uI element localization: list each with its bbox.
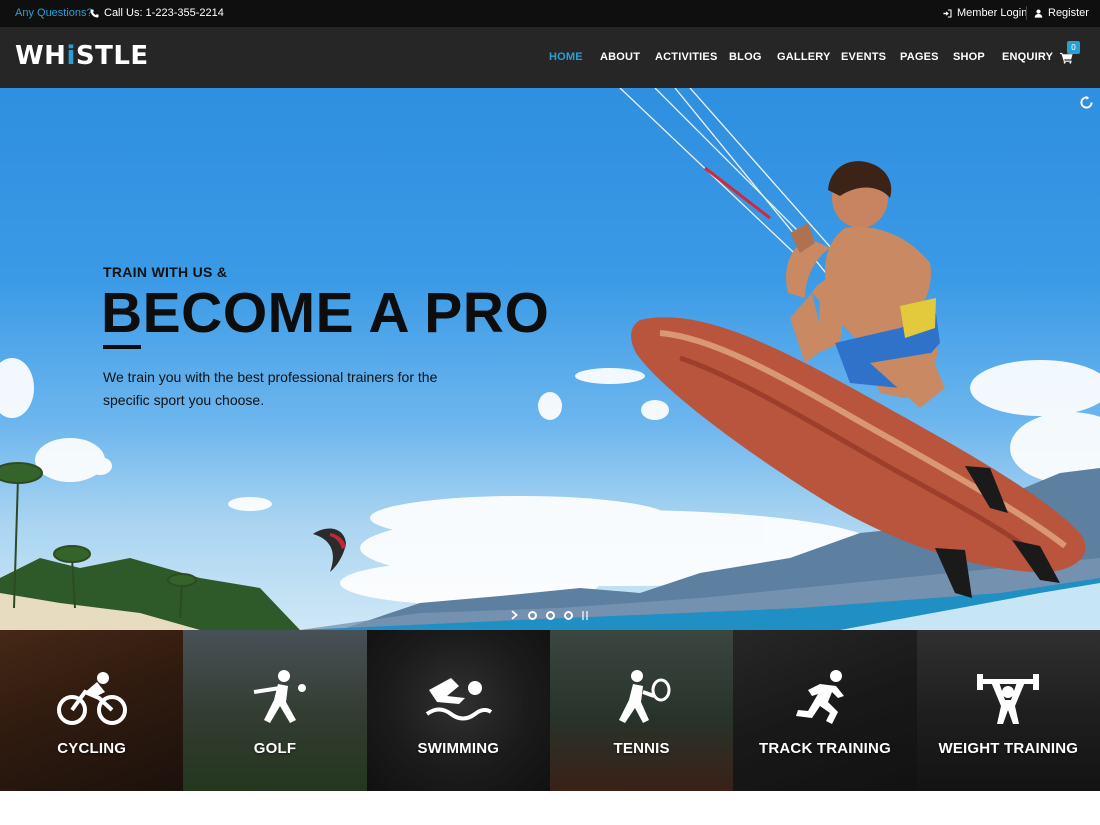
site-logo[interactable]: WHiSTLE (15, 41, 149, 71)
main-header: WHiSTLE HOME ABOUT ACTIVITIES BLOG GALLE… (0, 27, 1100, 88)
call-us-text: Call Us: 1-223-355-2214 (104, 7, 224, 19)
top-bar: Any Questions? Call Us: 1-223-355-2214 M… (0, 0, 1100, 27)
running-icon (795, 670, 844, 724)
nav-pages[interactable]: PAGES (900, 51, 939, 63)
sport-label: SWIMMING (417, 740, 500, 757)
hero-kicker: TRAIN WITH US & (103, 264, 228, 280)
sports-categories: CYCLING GOLF SWIMMING TENNIS TRACK TRAIN… (0, 630, 1100, 791)
member-login-label: Member Login (957, 7, 1028, 19)
logo-text-end: STLE (75, 41, 149, 71)
hero-background-image (0, 88, 1100, 630)
swimming-icon (426, 678, 493, 721)
nav-enquiry[interactable]: ENQUIRY (1002, 51, 1053, 63)
weightlifting-icon (977, 674, 1040, 724)
slider-dot-3[interactable] (564, 610, 573, 620)
sport-tile-swimming[interactable]: SWIMMING (366, 630, 550, 791)
nav-activities[interactable]: ACTIVITIES (655, 51, 718, 63)
logo-text-accent: i (66, 41, 76, 71)
sign-in-icon (943, 8, 952, 18)
cart-count-badge: 0 (1067, 41, 1080, 54)
cycling-icon (56, 672, 127, 725)
hero-title-underline (103, 345, 141, 349)
call-us[interactable]: Call Us: 1-223-355-2214 (90, 7, 224, 19)
register-link[interactable]: Register (1034, 7, 1089, 19)
sport-label: GOLF (253, 740, 297, 757)
chevron-right-icon[interactable] (510, 610, 519, 620)
hero-slider: TRAIN WITH US & BECOME A PRO We train yo… (0, 88, 1100, 630)
sport-tile-tennis[interactable]: TENNIS (549, 630, 734, 791)
hero-description: We train you with the best professional … (103, 369, 438, 408)
phone-icon (90, 8, 99, 18)
topbar-divider (1026, 6, 1027, 20)
nav-blog[interactable]: BLOG (729, 51, 762, 63)
slider-dot-2[interactable] (546, 610, 555, 620)
nav-about[interactable]: ABOUT (600, 51, 640, 63)
nav-home[interactable]: HOME (549, 51, 583, 63)
sport-tile-cycling[interactable]: CYCLING (0, 630, 184, 791)
tennis-icon (618, 670, 671, 723)
member-login-link[interactable]: Member Login (943, 7, 1027, 19)
sport-label: CYCLING (57, 740, 127, 757)
sport-tile-golf[interactable]: GOLF (183, 630, 367, 791)
sport-label: TRACK TRAINING (758, 740, 891, 757)
sport-tile-track-training[interactable]: TRACK TRAINING (733, 630, 917, 791)
register-label: Register (1048, 7, 1089, 19)
nav-events[interactable]: EVENTS (841, 51, 886, 63)
nav-gallery[interactable]: GALLERY (777, 51, 831, 63)
slider-navigation (510, 610, 590, 620)
sport-label: WEIGHT TRAINING (938, 740, 1079, 757)
logo-text-start: WH (15, 41, 67, 71)
sport-tile-weight-training[interactable]: WEIGHT TRAINING (916, 630, 1100, 791)
nav-shop[interactable]: SHOP (953, 51, 985, 63)
pause-icon[interactable] (582, 610, 590, 620)
reload-icon[interactable] (1080, 96, 1093, 109)
user-icon (1034, 8, 1043, 18)
sport-label: TENNIS (613, 740, 670, 757)
slider-dot-1[interactable] (528, 610, 537, 620)
golf-icon (253, 670, 306, 723)
hero-title: BECOME A PRO (101, 281, 550, 345)
questions-link[interactable]: Any Questions? (15, 7, 93, 19)
